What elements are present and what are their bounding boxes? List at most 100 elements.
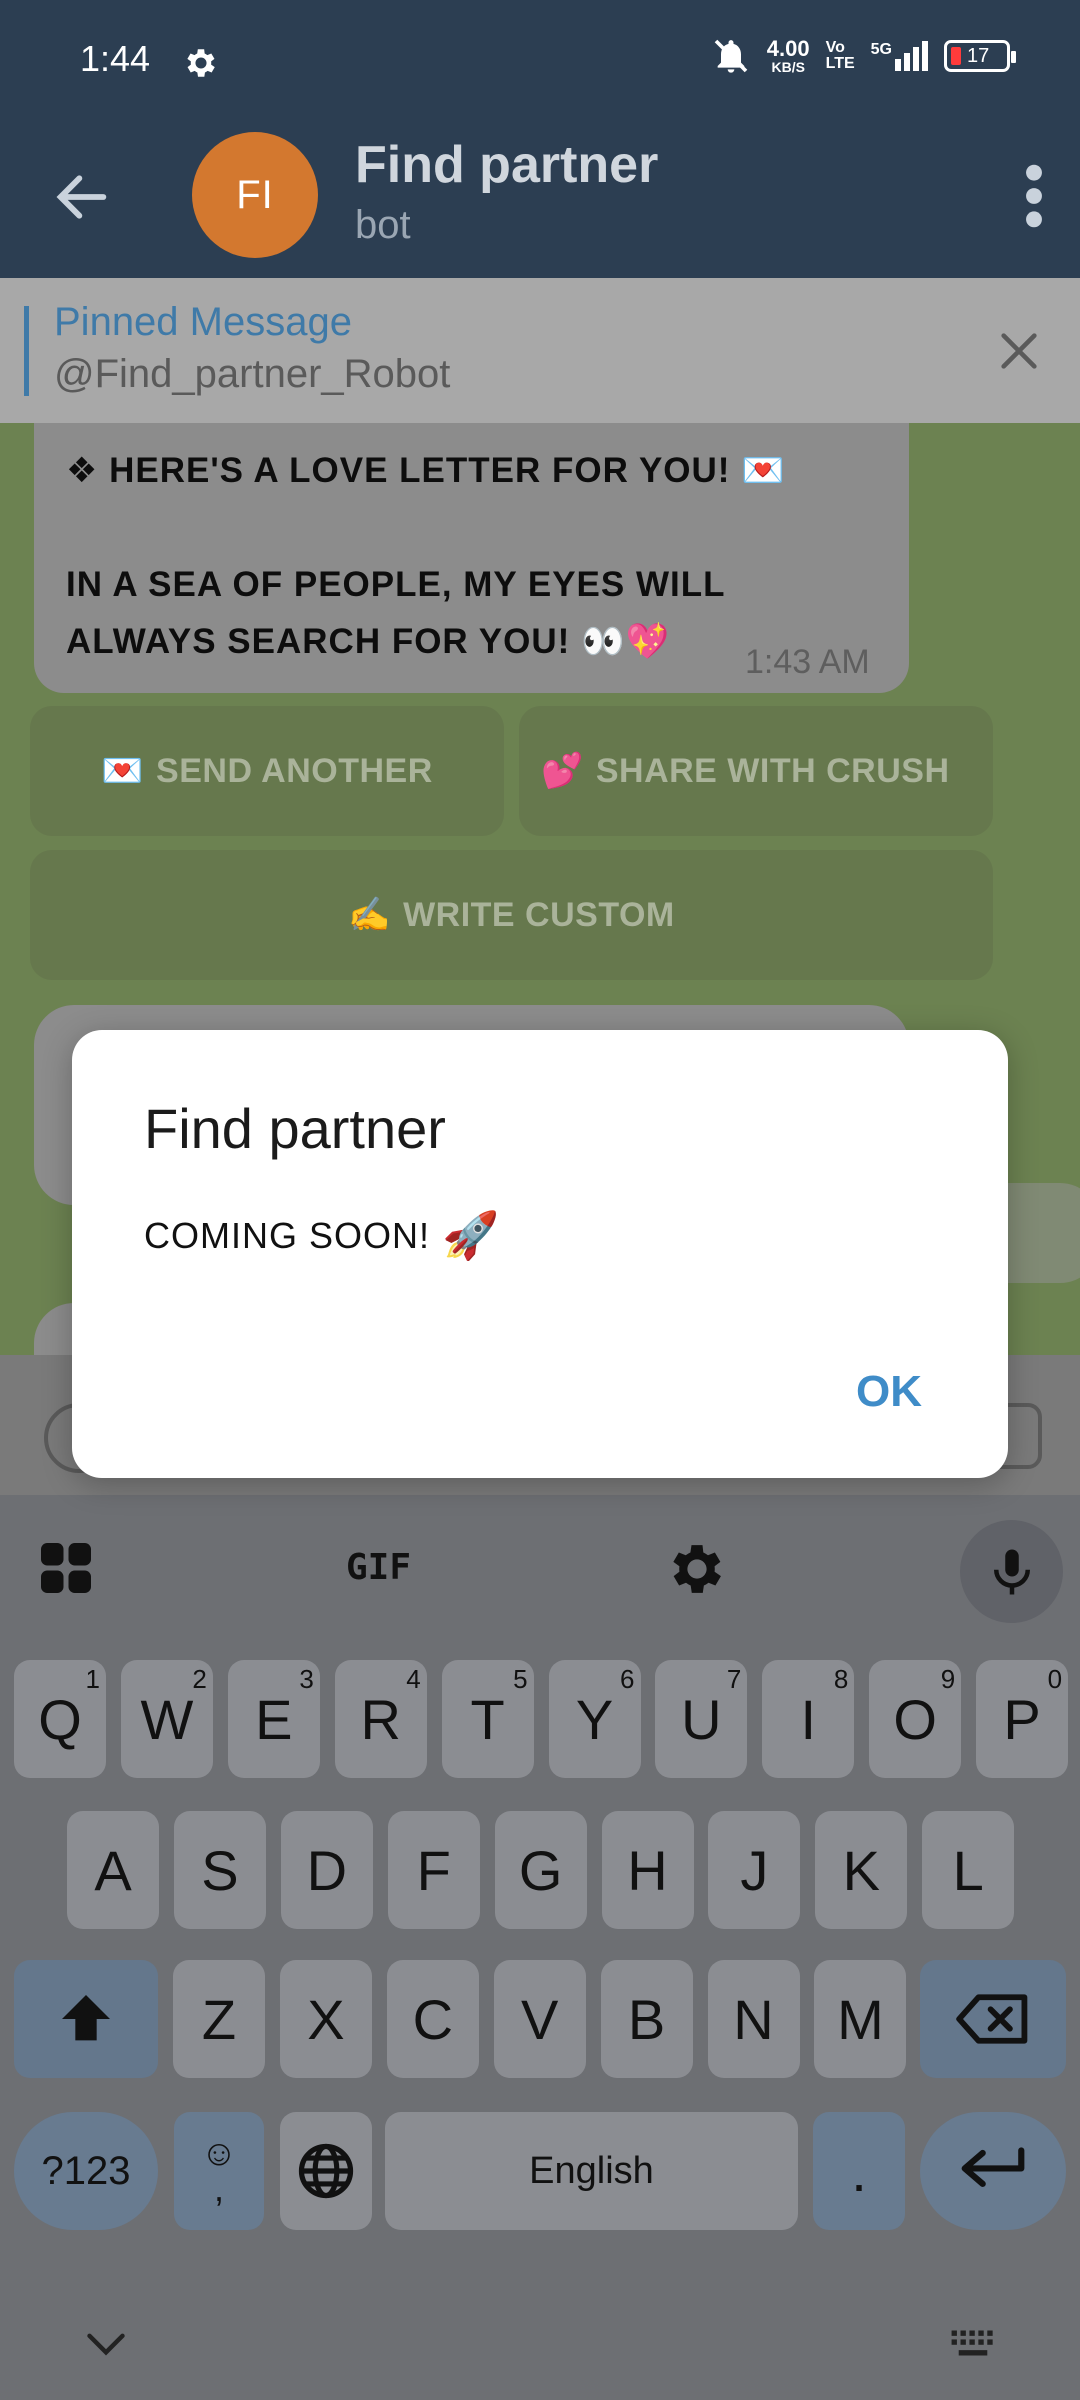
- dialog-message: COMING SOON! 🚀: [144, 1208, 500, 1263]
- microphone-icon: [993, 1549, 1030, 1594]
- pinned-accent-bar: [24, 306, 29, 396]
- volte-bottom: LTE: [825, 55, 855, 72]
- key-e[interactable]: E3: [227, 1660, 320, 1778]
- key-t[interactable]: T5: [441, 1660, 534, 1778]
- key-number-hint: 6: [620, 1664, 635, 1694]
- key-b[interactable]: B: [600, 1960, 693, 2078]
- key-number-hint: 1: [85, 1664, 100, 1694]
- key-s[interactable]: S: [173, 1811, 266, 1929]
- status-time: 1:44: [80, 38, 151, 79]
- status-bar: 1:44 4.00 KB/S Vo LTE 5G 17: [0, 0, 1080, 125]
- chat-subtitle: bot: [355, 203, 411, 247]
- globe-icon: [298, 2143, 354, 2199]
- key-label: U: [681, 1687, 722, 1751]
- apps-grid-icon[interactable]: [36, 1538, 96, 1598]
- backspace-icon: [956, 1994, 1028, 2044]
- key-j[interactable]: J: [708, 1811, 801, 1929]
- key-number-hint: 4: [406, 1664, 421, 1694]
- period-key[interactable]: .: [813, 2112, 905, 2230]
- share-with-crush-label: SHARE WITH CRUSH: [595, 751, 950, 790]
- key-number-hint: 9: [940, 1664, 956, 1694]
- space-key[interactable]: English: [385, 2112, 798, 2230]
- key-k[interactable]: K: [815, 1811, 908, 1929]
- key-label: R: [360, 1687, 401, 1751]
- two-hearts-icon: 💕: [541, 752, 584, 790]
- dialog-message-text: COMING SOON!: [144, 1214, 431, 1256]
- key-number-hint: 3: [299, 1664, 314, 1694]
- key-label: W: [140, 1687, 194, 1751]
- key-label: Q: [38, 1687, 82, 1751]
- screen: 1:44 4.00 KB/S Vo LTE 5G 17 FI Find part…: [0, 0, 1080, 2400]
- alert-dialog: Find partner COMING SOON! 🚀 OK: [72, 1030, 1008, 1478]
- key-label: I: [800, 1687, 817, 1751]
- key-number-hint: 8: [833, 1664, 849, 1694]
- key-label: O: [893, 1687, 937, 1751]
- signal-icon: 5G: [871, 41, 928, 71]
- key-y[interactable]: Y6: [548, 1660, 641, 1778]
- send-another-button[interactable]: 💌 SEND ANOTHER: [30, 706, 504, 836]
- love-letter-icon: 💌: [101, 752, 145, 790]
- key-l[interactable]: L: [922, 1811, 1015, 1929]
- microphone-button[interactable]: [960, 1520, 1063, 1623]
- enter-key[interactable]: [920, 2112, 1066, 2230]
- keyboard-settings-icon[interactable]: [664, 1536, 730, 1602]
- chevron-down-icon[interactable]: [84, 2330, 128, 2360]
- keyboard-switch-icon[interactable]: [948, 2325, 998, 2361]
- message-line-1: ❖ HERE'S A LOVE LETTER FOR YOU! 💌: [66, 451, 786, 490]
- send-another-label: SEND ANOTHER: [156, 751, 433, 790]
- key-a[interactable]: A: [67, 1811, 159, 1929]
- key-n[interactable]: N: [707, 1960, 800, 2078]
- more-vert-icon[interactable]: [1014, 161, 1054, 231]
- close-icon[interactable]: [996, 328, 1042, 374]
- avatar[interactable]: FI: [192, 132, 318, 258]
- write-custom-label: WRITE CUSTOM: [403, 895, 675, 934]
- write-custom-button[interactable]: ✍️ WRITE CUSTOM: [30, 850, 993, 980]
- key-label: P: [1003, 1687, 1041, 1751]
- key-d[interactable]: D: [280, 1811, 373, 1929]
- key-f[interactable]: F: [387, 1811, 480, 1929]
- emoji-key-comma: ,: [213, 2168, 224, 2209]
- key-p[interactable]: P0: [976, 1660, 1069, 1778]
- volte-indicator: Vo LTE: [826, 40, 855, 72]
- message-time: 1:43 AM: [745, 643, 870, 681]
- key-m[interactable]: M: [814, 1960, 907, 2078]
- chat-title[interactable]: Find partner: [355, 135, 658, 195]
- key-q[interactable]: Q1: [14, 1660, 106, 1778]
- key-g[interactable]: G: [494, 1811, 587, 1929]
- key-w[interactable]: W2: [120, 1660, 213, 1778]
- battery-icon: 17: [944, 40, 1016, 72]
- keyboard: GIF ?123 ☺ , English . Q1W 2 E 3 R 4 T 5…: [0, 1495, 1080, 2400]
- backspace-key[interactable]: [920, 1960, 1066, 2078]
- network-type: 5G: [870, 41, 892, 58]
- pinned-text: @Find_partner_Robot: [54, 352, 451, 396]
- key-number-hint: 7: [726, 1664, 742, 1694]
- key-z[interactable]: Z: [173, 1960, 265, 2078]
- key-c[interactable]: C: [386, 1960, 479, 2078]
- back-arrow-icon[interactable]: [50, 165, 114, 229]
- battery-level: 17: [967, 44, 990, 67]
- key-h[interactable]: H: [601, 1811, 694, 1929]
- key-o[interactable]: O9: [869, 1660, 962, 1778]
- network-speed: 4.00 KB/S: [767, 38, 810, 75]
- symbols-key[interactable]: ?123: [14, 2112, 158, 2230]
- ok-button[interactable]: OK: [856, 1367, 922, 1417]
- key-number-hint: 5: [513, 1664, 528, 1694]
- key-u[interactable]: U7: [655, 1660, 748, 1778]
- emoji-key-smiley: ☺: [200, 2132, 238, 2173]
- key-v[interactable]: V: [493, 1960, 586, 2078]
- emoji-key[interactable]: ☺ ,: [174, 2112, 264, 2230]
- pinned-message-bar[interactable]: Pinned Message @Find_partner_Robot: [0, 278, 1080, 423]
- dialog-title: Find partner: [144, 1097, 446, 1160]
- key-i[interactable]: I8: [762, 1660, 855, 1778]
- shift-key[interactable]: [14, 1960, 158, 2078]
- key-number-hint: 0: [1047, 1664, 1063, 1694]
- pinned-title: Pinned Message: [54, 300, 352, 344]
- key-r[interactable]: R4: [334, 1660, 427, 1778]
- network-speed-unit: KB/S: [771, 59, 805, 75]
- writing-hand-icon: ✍️: [348, 896, 392, 934]
- gif-button[interactable]: GIF: [346, 1547, 411, 1588]
- language-key[interactable]: [280, 2112, 372, 2230]
- share-with-crush-button[interactable]: 💕 SHARE WITH CRUSH: [519, 706, 993, 836]
- enter-arrow-icon: [961, 2147, 1025, 2187]
- key-x[interactable]: X: [279, 1960, 372, 2078]
